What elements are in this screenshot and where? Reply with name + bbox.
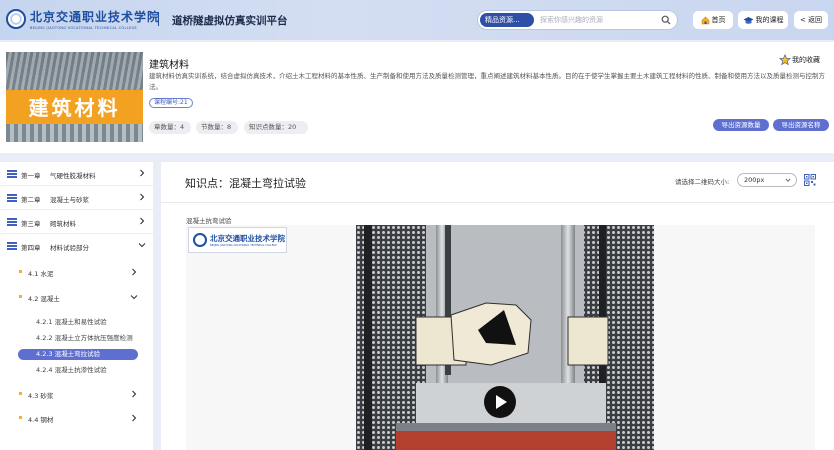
home-button[interactable]: 首页 xyxy=(693,11,733,29)
course-cover-image[interactable]: 建筑材料 xyxy=(6,52,143,142)
chapter-item[interactable]: 第四章 材料试验部分 xyxy=(0,234,153,258)
cover-rebar-texture xyxy=(6,52,143,92)
play-button-icon[interactable] xyxy=(484,386,516,418)
chapter-title: 气硬性胶凝材料 xyxy=(50,172,96,180)
chapter-item[interactable]: 第一章 气硬性胶凝材料 xyxy=(0,162,153,186)
chevron-down-icon xyxy=(130,295,138,300)
home-label: 首页 xyxy=(711,16,726,24)
watermark-name-cn: 北京交通职业技术学院 xyxy=(210,234,285,243)
video-watermark-logo: 北京交通职业技术学院 BEIJING JIAOTONG VOCATIONAL T… xyxy=(188,227,287,253)
college-logo[interactable]: 北京交通职业技术学院 BEIJING JIAOTONG VOCATIONAL T… xyxy=(6,8,160,30)
my-course-button[interactable]: 我的课程 xyxy=(738,11,788,29)
section-label: 4.3 砂浆 xyxy=(28,392,54,400)
export-resource-count-button[interactable]: 导出资源数量 xyxy=(713,119,769,131)
video-player[interactable]: 北京交通职业技术学院 BEIJING JIAOTONG VOCATIONAL T… xyxy=(186,225,815,450)
section-item[interactable]: 4.1 水泥 xyxy=(18,267,148,279)
college-name-en: BEIJING JIAOTONG VOCATIONAL TECHNICAL CO… xyxy=(30,26,138,30)
chapter-title: 混凝土与砂浆 xyxy=(50,196,89,204)
college-name-cn: 北京交通职业技术学院 xyxy=(30,10,161,24)
college-seal-icon xyxy=(193,233,207,247)
chevron-down-icon xyxy=(785,178,791,182)
chapter-item[interactable]: 第三章 砌筑材料 xyxy=(0,210,153,234)
menu-icon xyxy=(7,170,17,178)
back-button[interactable]: < 返回 xyxy=(794,11,828,29)
chapter-number: 第一章 xyxy=(21,172,41,180)
search-icon[interactable] xyxy=(661,15,671,25)
chevron-right-icon xyxy=(140,193,145,201)
section-item[interactable]: 4.4 钢材 xyxy=(18,413,148,425)
chevron-down-icon xyxy=(138,243,146,248)
menu-icon xyxy=(7,218,17,226)
chapter-number: 第二章 xyxy=(21,196,41,204)
knowledge-point-count: 知识点数量：20 xyxy=(244,121,308,134)
chapter-item[interactable]: 第二章 混凝土与砂浆 xyxy=(0,186,153,210)
college-seal-icon xyxy=(6,9,26,29)
knowledge-point-title: 知识点：混凝土弯拉试验 xyxy=(185,177,306,190)
knowledge-point-item[interactable]: 4.2.2 混凝土立方体抗压强度检测 xyxy=(18,333,138,344)
qr-size-select[interactable]: 200px xyxy=(737,173,797,187)
chevron-right-icon xyxy=(140,169,145,177)
bullet-icon xyxy=(19,295,22,298)
header-separator xyxy=(158,12,159,26)
section-label: 4.4 钢材 xyxy=(28,416,54,424)
course-description: 建筑材料仿真实训系统，结合虚拟仿真技术，介绍土木工程材料的基本性质、生产制备和使… xyxy=(149,72,825,91)
home-icon xyxy=(701,16,709,24)
search-category-select[interactable]: 精品资源... xyxy=(480,13,534,27)
platform-title: 道桥隧虚拟仿真实训平台 xyxy=(172,15,288,27)
menu-icon xyxy=(7,242,17,250)
menu-icon xyxy=(7,194,17,202)
section-label: 4.1 水泥 xyxy=(28,270,54,278)
search-input[interactable] xyxy=(540,14,650,26)
chevron-right-icon xyxy=(140,217,145,225)
star-icon xyxy=(779,54,791,66)
chapter-number: 第三章 xyxy=(21,220,41,228)
cover-title: 建筑材料 xyxy=(28,96,121,120)
export-resource-names-button[interactable]: 导出资源名称 xyxy=(773,119,829,131)
knowledge-point-item-active[interactable]: 4.2.3 混凝土弯拉试验 xyxy=(18,349,138,360)
section-item[interactable]: 4.2 混凝土 xyxy=(18,292,148,304)
chapter-title: 砌筑材料 xyxy=(50,220,76,228)
section-label: 4.2 混凝土 xyxy=(28,295,60,303)
qr-size-label: 请选择二维码大小: xyxy=(675,178,730,186)
knowledge-point-item[interactable]: 4.2.4 混凝土抗渗性试验 xyxy=(18,365,138,376)
bullet-icon xyxy=(19,416,22,419)
top-header: 北京交通职业技术学院 BEIJING JIAOTONG VOCATIONAL T… xyxy=(0,0,834,40)
knowledge-point-item[interactable]: 4.2.1 混凝土和易性试验 xyxy=(18,317,138,328)
favorite-label: 我的收藏 xyxy=(792,56,820,64)
course-code-tag: 课程编号:21 xyxy=(149,98,193,108)
divider xyxy=(161,202,834,203)
chapter-count: 章数量：4 xyxy=(149,121,191,134)
chevron-right-icon xyxy=(132,414,137,422)
qr-code-icon[interactable] xyxy=(804,174,816,186)
my-course-label: 我的课程 xyxy=(755,16,784,24)
video-title: 混凝土抗弯试验 xyxy=(186,217,232,225)
section-count: 节数量：8 xyxy=(196,121,238,134)
chapter-title: 材料试验部分 xyxy=(50,244,89,252)
search-bar: 精品资源... xyxy=(477,10,678,30)
section-item[interactable]: 4.3 砂浆 xyxy=(18,389,148,401)
chevron-right-icon xyxy=(132,268,137,276)
course-title: 建筑材料 xyxy=(149,60,189,71)
favorite-button[interactable]: 我的收藏 xyxy=(779,54,820,66)
bullet-icon xyxy=(19,392,22,395)
chapter-number: 第四章 xyxy=(21,244,41,252)
chevron-right-icon xyxy=(132,390,137,398)
graduation-cap-icon xyxy=(743,16,753,24)
chapter-sidebar: 第一章 气硬性胶凝材料 第二章 混凝土与砂浆 第三章 砌筑材料 第四章 材料试验… xyxy=(0,162,153,450)
qr-size-value: 200px xyxy=(744,176,765,184)
main-content: 知识点：混凝土弯拉试验 请选择二维码大小: 200px 混凝土抗弯试验 北京交通… xyxy=(161,162,834,450)
watermark-name-en: BEIJING JIAOTONG VOCATIONAL TECHNICAL CO… xyxy=(210,244,277,247)
cover-bottom-texture xyxy=(6,124,143,142)
bullet-icon xyxy=(19,270,22,273)
course-info-card: 建筑材料 建筑材料 建筑材料仿真实训系统，结合虚拟仿真技术，介绍土木工程材料的基… xyxy=(0,42,834,153)
